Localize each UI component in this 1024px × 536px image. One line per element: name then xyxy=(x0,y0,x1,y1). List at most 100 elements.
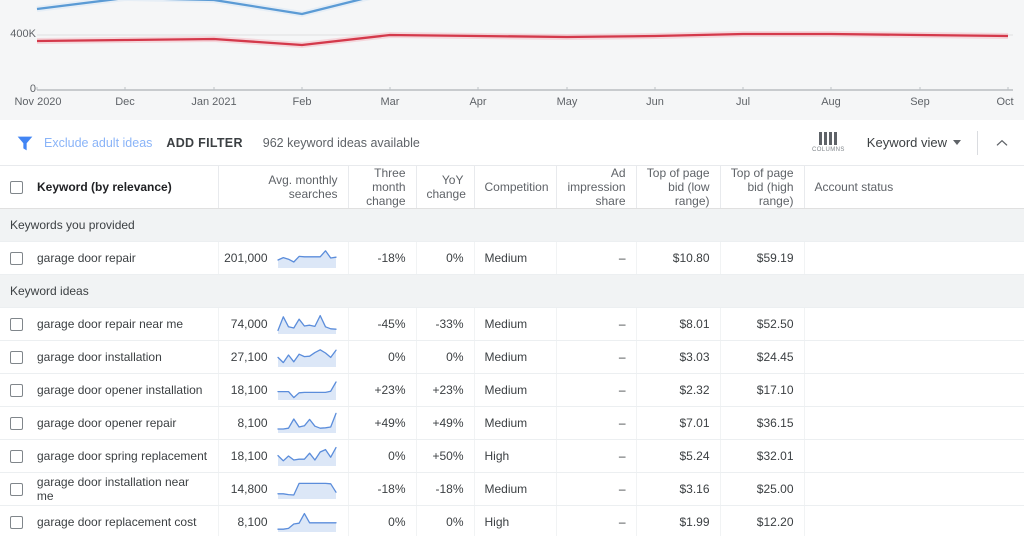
x-tick-10: Sep xyxy=(910,96,930,108)
cell-competition: Medium xyxy=(474,406,557,440)
cell-top-bid-high: $59.19 xyxy=(720,241,805,275)
cell-avg-monthly-searches: 14,800 xyxy=(218,472,349,506)
keyword-text: garage door spring replacement xyxy=(37,449,208,463)
exclude-adult-ideas-filter[interactable]: Exclude adult ideas xyxy=(44,136,152,150)
keyword-text: garage door replacement cost xyxy=(37,515,197,529)
columns-button-label: COLUMNS xyxy=(811,147,845,153)
columns-button[interactable]: COLUMNS xyxy=(812,132,845,153)
keyword-text: garage door opener installation xyxy=(37,383,203,397)
filter-bar-actions: COLUMNS Keyword view xyxy=(812,120,1010,165)
cell-keyword: garage door spring replacement xyxy=(0,439,219,473)
cell-three-month-change: -18% xyxy=(348,472,417,506)
cell-top-bid-low: $7.01 xyxy=(636,406,721,440)
row-checkbox[interactable] xyxy=(10,482,23,496)
keyword-text: garage door opener repair xyxy=(37,416,177,430)
cell-three-month-change: 0% xyxy=(348,505,417,536)
cell-top-bid-high: $17.10 xyxy=(720,373,805,407)
x-tick-8: Jul xyxy=(735,96,751,108)
cell-top-bid-low: $3.16 xyxy=(636,472,721,506)
keyword-text: garage door repair near me xyxy=(37,317,184,331)
cell-top-bid-high: $24.45 xyxy=(720,340,805,374)
table-row[interactable]: garage door spring replacement 18,100 0% +5… xyxy=(0,439,1024,473)
cell-top-bid-low: $10.80 xyxy=(636,241,721,275)
searches-value: 27,100 xyxy=(230,350,268,364)
keyword-ideas-count: 962 keyword ideas available xyxy=(262,135,420,150)
table-row[interactable]: garage door installation near me 14,800 -1… xyxy=(0,472,1024,506)
column-header-account-status[interactable]: Account status xyxy=(804,166,1024,209)
cell-keyword: garage door repair near me xyxy=(0,307,219,341)
cell-competition: High xyxy=(474,505,557,536)
column-header-top-bid-low[interactable]: Top of page bid (low range) xyxy=(636,166,721,209)
x-tick-2: Jan 2021 xyxy=(191,96,237,108)
toolbar-divider xyxy=(977,130,978,155)
cell-avg-monthly-searches: 201,000 xyxy=(218,241,349,275)
cell-avg-monthly-searches: 8,100 xyxy=(218,406,349,440)
sparkline xyxy=(276,314,337,334)
cell-yoy-change: +23% xyxy=(416,373,475,407)
sparkline xyxy=(276,512,337,532)
filter-funnel-icon[interactable] xyxy=(14,132,36,154)
row-checkbox[interactable] xyxy=(10,251,23,265)
y-axis-label-400k: 400K xyxy=(10,28,36,40)
row-checkbox[interactable] xyxy=(10,449,23,463)
searches-value: 18,100 xyxy=(230,383,268,397)
cell-top-bid-low: $1.99 xyxy=(636,505,721,536)
column-header-keyword[interactable]: Keyword (by relevance) xyxy=(0,166,219,209)
sparkline xyxy=(276,250,337,268)
cell-keyword: garage door installation xyxy=(0,340,219,374)
table-row[interactable]: garage door installation 27,100 0% 0% Medium… xyxy=(0,340,1024,374)
table-row[interactable]: garage door opener installation 18,100 +23… xyxy=(0,373,1024,407)
cell-account-status xyxy=(804,472,1024,506)
column-header-ad-impression-share[interactable]: Ad impression share xyxy=(556,166,637,209)
table-row[interactable]: garage door replacement cost 8,100 0% 0% Hig… xyxy=(0,505,1024,536)
table-row[interactable]: garage door repair 201,000 -18% 0% Medium – $1… xyxy=(0,241,1024,275)
cell-competition: Medium xyxy=(474,472,557,506)
row-checkbox[interactable] xyxy=(10,416,23,430)
column-header-avg-monthly-searches[interactable]: Avg. monthly searches xyxy=(218,166,349,209)
keyword-view-dropdown[interactable]: Keyword view xyxy=(867,135,961,150)
add-filter-button[interactable]: ADD FILTER xyxy=(166,136,242,150)
row-checkbox[interactable] xyxy=(10,515,23,529)
cell-keyword: garage door opener repair xyxy=(0,406,219,440)
row-checkbox[interactable] xyxy=(10,317,23,331)
searches-value: 8,100 xyxy=(237,416,268,430)
column-header-top-bid-high[interactable]: Top of page bid (high range) xyxy=(720,166,805,209)
cell-top-bid-low: $8.01 xyxy=(636,307,721,341)
cell-account-status xyxy=(804,307,1024,341)
cell-yoy-change: 0% xyxy=(416,340,475,374)
x-tick-3: Feb xyxy=(292,96,312,108)
filter-bar: Exclude adult ideas ADD FILTER 962 keywo… xyxy=(0,120,1024,166)
keyword-text: garage door repair xyxy=(37,251,136,265)
searches-value: 14,800 xyxy=(230,482,268,496)
cell-competition: High xyxy=(474,439,557,473)
cell-three-month-change: -45% xyxy=(348,307,417,341)
cell-three-month-change: +49% xyxy=(348,406,417,440)
column-header-competition[interactable]: Competition xyxy=(474,166,557,209)
cell-top-bid-high: $36.15 xyxy=(720,406,805,440)
keyword-text: garage door installation near me xyxy=(36,475,190,503)
cell-ad-impression-share: – xyxy=(556,340,637,374)
x-tick-1: Dec xyxy=(115,96,135,108)
sparkline xyxy=(276,446,337,466)
sparkline xyxy=(276,381,337,400)
select-all-checkbox[interactable] xyxy=(10,180,23,194)
x-tick-5: Apr xyxy=(469,96,487,108)
column-header-three-month-change[interactable]: Three month change xyxy=(348,166,417,209)
x-tick-9: Aug xyxy=(821,96,841,108)
chevron-up-icon[interactable] xyxy=(994,135,1010,151)
keyword-view-label: Keyword view xyxy=(866,135,947,150)
table-row[interactable]: garage door opener repair 8,100 +49% +49% Me… xyxy=(0,406,1024,440)
x-tick-4: Mar xyxy=(380,96,400,108)
y-axis-label-zero: 0 xyxy=(29,83,36,95)
row-checkbox[interactable] xyxy=(10,383,23,397)
cell-three-month-change: 0% xyxy=(348,340,417,374)
column-header-yoy-change[interactable]: YoY change xyxy=(416,166,475,209)
cell-ad-impression-share: – xyxy=(556,406,637,440)
cell-account-status xyxy=(804,406,1024,440)
x-tick-6: May xyxy=(556,96,578,108)
row-checkbox[interactable] xyxy=(10,350,23,364)
table-row[interactable]: garage door repair near me 74,000 -45% -33%… xyxy=(0,307,1024,341)
table-body: Keywords you provided garage door repair 2… xyxy=(0,208,1024,536)
searches-value: 18,100 xyxy=(230,449,268,463)
columns-icon xyxy=(819,132,838,145)
